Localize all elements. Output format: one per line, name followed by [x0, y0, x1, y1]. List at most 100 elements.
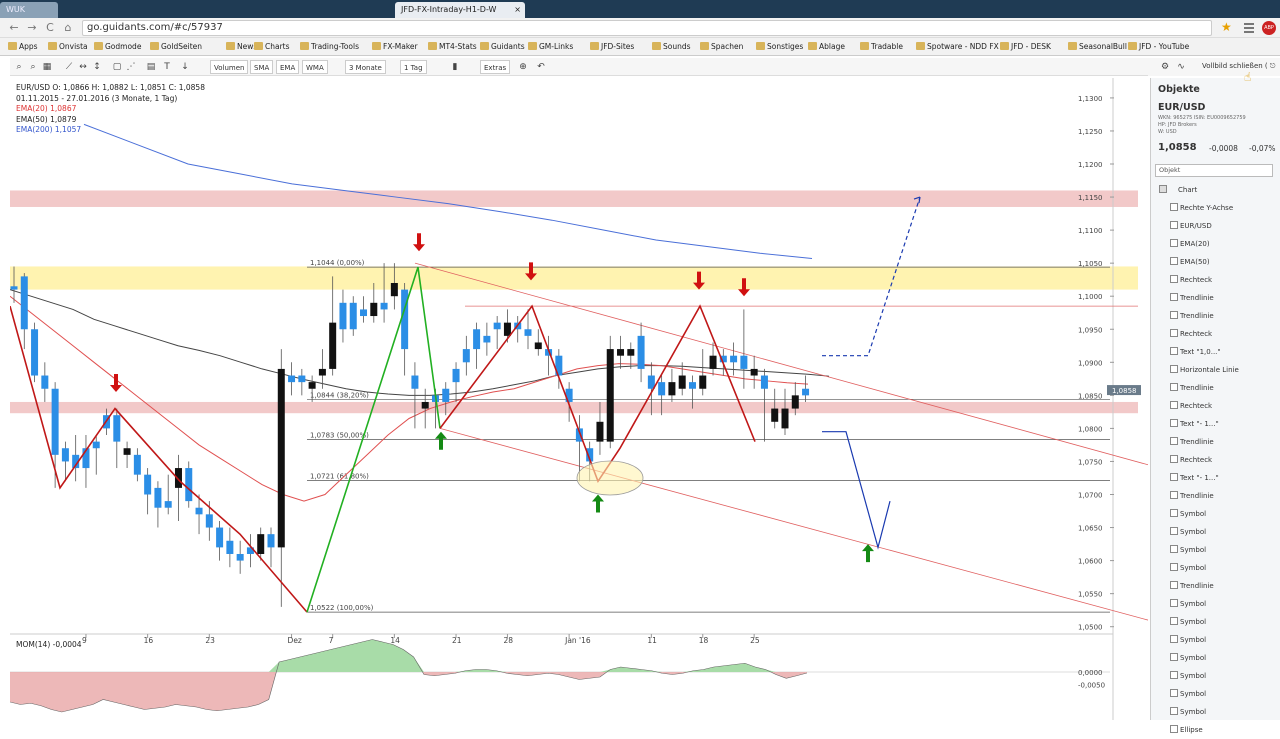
bookmark-item[interactable]: Spotware - NDD FX ...	[916, 41, 1008, 52]
candle-type-icon[interactable]: ▮	[448, 60, 462, 74]
tree-item[interactable]: Rechteck	[1159, 451, 1277, 469]
fib-icon[interactable]: ▤	[144, 60, 158, 74]
tree-item[interactable]: Trendlinie	[1159, 577, 1277, 595]
tree-item[interactable]: Rechteck	[1159, 397, 1277, 415]
tree-item[interactable]: Text "- 1..."	[1159, 415, 1277, 433]
bookmark-item[interactable]: News	[226, 41, 257, 52]
grid-icon[interactable]: ▦	[40, 60, 54, 74]
bookmark-item[interactable]: Apps	[8, 41, 38, 52]
draw-line-icon[interactable]: ⟋	[62, 60, 76, 74]
tree-item[interactable]: Symbol	[1159, 523, 1277, 541]
tree-item[interactable]: Symbol	[1159, 631, 1277, 649]
tree-item[interactable]: Symbol	[1159, 649, 1277, 667]
tree-item[interactable]: Trendlinie	[1159, 289, 1277, 307]
bookmark-item[interactable]: MT4-Stats	[428, 41, 477, 52]
vertical-line-icon[interactable]: ↕	[90, 60, 104, 74]
tree-item[interactable]: Symbol	[1159, 667, 1277, 685]
symbol-name[interactable]: EUR/USD	[1158, 102, 1205, 113]
bookmark-item[interactable]: Ablage	[808, 41, 845, 52]
tree-item[interactable]: Rechte Y-Achse	[1159, 199, 1277, 217]
browser-tab-active[interactable]: JFD-FX-Intraday-H1-D-W ×	[395, 2, 525, 18]
tree-item[interactable]: Symbol	[1159, 541, 1277, 559]
candle-body	[349, 302, 357, 330]
object-icon	[1170, 725, 1178, 733]
back-arrow-icon[interactable]: ←	[6, 20, 22, 36]
ema200-legend[interactable]: EMA(200) 1,1057	[16, 125, 205, 136]
bookmark-item[interactable]: SeasonalBull	[1068, 41, 1127, 52]
ema50-legend[interactable]: EMA(50) 1,0879	[16, 115, 205, 126]
indicator-icon[interactable]: ∿	[1174, 60, 1188, 74]
extras-button[interactable]: Extras	[480, 60, 511, 74]
text-tool-icon[interactable]: T	[160, 60, 174, 74]
bookmark-item[interactable]: JFD-Sites	[590, 41, 634, 52]
tree-item[interactable]: Rechteck	[1159, 325, 1277, 343]
price-chart[interactable]: 1,13001,12501,12001,11501,11001,10501,10…	[10, 78, 1148, 720]
tree-item[interactable]: Ellipse	[1159, 721, 1277, 739]
candle-body	[781, 408, 789, 429]
bookmark-star-icon[interactable]: ★	[1221, 20, 1232, 34]
candle-body	[473, 329, 481, 350]
reload-icon[interactable]: C	[42, 20, 58, 36]
wma-button[interactable]: WMA	[302, 60, 328, 74]
zoom-icon[interactable]: ⌕	[26, 60, 40, 74]
tree-item[interactable]: Text "- 1..."	[1159, 469, 1277, 487]
object-select[interactable]: Objekt	[1155, 164, 1273, 177]
tree-item[interactable]: Symbol	[1159, 595, 1277, 613]
tree-item[interactable]: EMA(50)	[1159, 253, 1277, 271]
tree-item[interactable]: Rechteck	[1159, 271, 1277, 289]
ema20-legend[interactable]: EMA(20) 1,0867	[16, 104, 205, 115]
home-icon[interactable]: ⌂	[60, 20, 76, 36]
sma-button[interactable]: SMA	[250, 60, 274, 74]
tree-item[interactable]: Symbol	[1159, 685, 1277, 703]
close-icon[interactable]: ×	[514, 2, 521, 18]
bookmark-item[interactable]: Guidants	[480, 41, 525, 52]
tree-item[interactable]: Symbol	[1159, 703, 1277, 721]
adblock-icon[interactable]: ABP	[1262, 21, 1276, 35]
rectangle-icon[interactable]: ▢	[110, 60, 124, 74]
marker-icon[interactable]: ↓	[178, 60, 192, 74]
tree-item[interactable]: EUR/USD	[1159, 217, 1277, 235]
bookmark-item[interactable]: JFD - DESK	[1000, 41, 1051, 52]
volumen-button[interactable]: Volumen	[210, 60, 249, 74]
bookmark-item[interactable]: Charts	[254, 41, 290, 52]
buy-arrow-icon	[435, 431, 447, 450]
bookmark-item[interactable]: FX-Maker	[372, 41, 418, 52]
tree-item[interactable]: Text "1,0..."	[1159, 343, 1277, 361]
url-input[interactable]: go.guidants.com/#c/57937	[82, 20, 1212, 36]
period-select[interactable]: 3 Monate	[345, 60, 386, 74]
bookmark-item[interactable]: Onvista	[48, 41, 88, 52]
bookmark-item[interactable]: Sounds	[652, 41, 691, 52]
trend-icon[interactable]: ⋰	[124, 60, 138, 74]
bookmark-item[interactable]: Tradable	[860, 41, 903, 52]
tree-item[interactable]: EMA(20)	[1159, 235, 1277, 253]
tree-item[interactable]: Trendlinie	[1159, 487, 1277, 505]
bookmark-item[interactable]: Trading-Tools	[300, 41, 359, 52]
interval-select[interactable]: 1 Tag	[400, 60, 427, 74]
bookmark-item[interactable]: Spachen	[700, 41, 743, 52]
tree-item[interactable]: Trendlinie	[1159, 433, 1277, 451]
fullscreen-close-button[interactable]: Vollbild schließen ( ⎋	[1202, 62, 1275, 71]
tree-item[interactable]: Trendlinie	[1159, 379, 1277, 397]
bookmark-item[interactable]: Sonstiges	[756, 41, 803, 52]
ema-button[interactable]: EMA	[276, 60, 300, 74]
tree-item[interactable]: Trendlinie	[1159, 307, 1277, 325]
bookmark-item[interactable]: Godmode	[94, 41, 141, 52]
bookmark-item[interactable]: GM-Links	[528, 41, 573, 52]
bookmark-item[interactable]: GoldSeiten	[150, 41, 202, 52]
menu-icon[interactable]	[1244, 21, 1254, 35]
tree-root-chart[interactable]: Chart	[1159, 181, 1277, 199]
settings-icon[interactable]: ⚙	[1158, 60, 1172, 74]
tree-item[interactable]: Symbol	[1159, 559, 1277, 577]
tree-item[interactable]: Symbol	[1159, 613, 1277, 631]
bookmark-item[interactable]: JFD - YouTube	[1128, 41, 1189, 52]
tree-item[interactable]: Horizontale Linie	[1159, 361, 1277, 379]
horizontal-line-icon[interactable]: ↔	[76, 60, 90, 74]
undo-icon[interactable]: ↶	[534, 60, 548, 74]
tree-item[interactable]: Symbol	[1159, 505, 1277, 523]
search-icon[interactable]: ⌕	[12, 60, 26, 74]
browser-tab[interactable]: WUK	[0, 2, 58, 18]
zoom-in-icon[interactable]: ⊕	[516, 60, 530, 74]
forward-arrow-icon[interactable]: →	[24, 20, 40, 36]
chart-toolbar: ⌕ ⌕ ▦ ⟋ ↔ ↕ ▢ ⋰ ▤ T ↓ Volumen SMA EMA WM…	[10, 58, 1148, 76]
x-tick-label: 11	[647, 636, 657, 645]
